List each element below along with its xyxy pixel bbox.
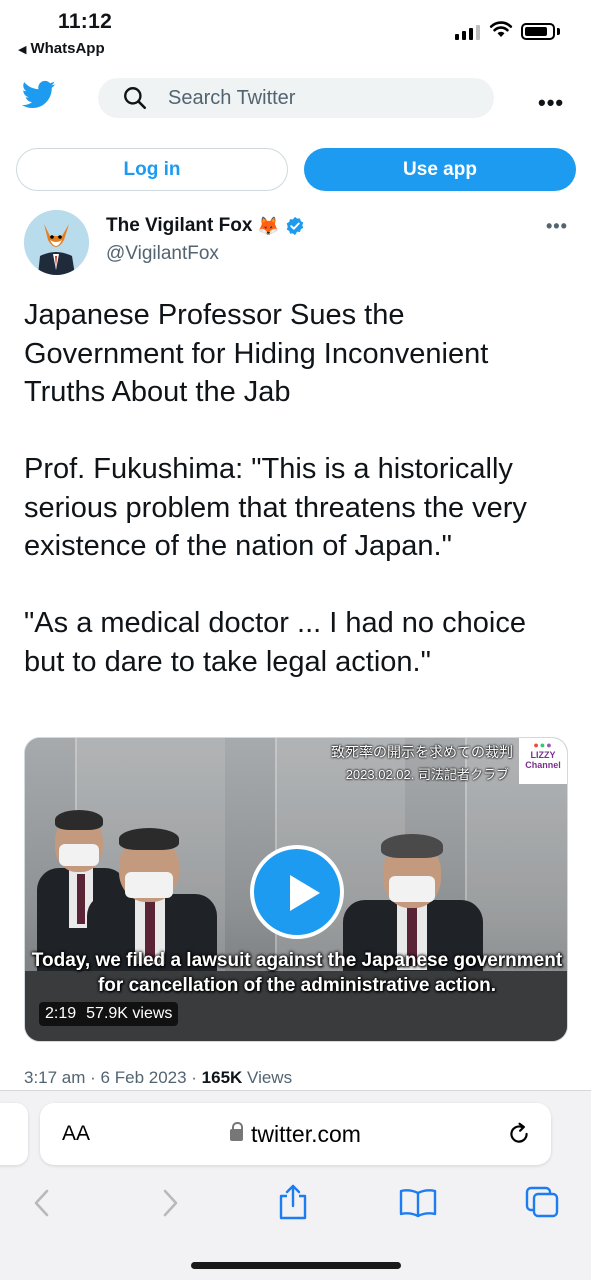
wifi-icon bbox=[489, 21, 513, 37]
url-text: twitter.com bbox=[251, 1121, 361, 1147]
previous-tab-peek[interactable] bbox=[0, 1103, 28, 1165]
tabs-icon[interactable] bbox=[524, 1185, 560, 1219]
tweet-video[interactable]: 致死率の開示を求めての裁判 2023.02.02. 司法記者クラブ ●●● LI… bbox=[24, 737, 568, 1042]
tweet-views-count: 165K bbox=[201, 1068, 243, 1087]
author-name[interactable]: The Vigilant Fox 🦊 bbox=[106, 215, 305, 237]
login-button[interactable]: Log in bbox=[16, 148, 288, 191]
back-app-label: WhatsApp bbox=[30, 40, 105, 57]
search-input[interactable] bbox=[168, 86, 468, 110]
reload-icon[interactable] bbox=[506, 1121, 532, 1147]
search-icon bbox=[124, 87, 147, 110]
author-avatar[interactable] bbox=[24, 210, 89, 275]
home-indicator[interactable] bbox=[191, 1262, 401, 1269]
verified-badge-icon bbox=[286, 216, 304, 236]
cellular-signal-icon bbox=[455, 24, 480, 40]
tweet-views-label: Views bbox=[247, 1068, 293, 1087]
forward-chevron-icon[interactable] bbox=[158, 1188, 182, 1218]
channel-logo: ●●● LIZZY Channel bbox=[519, 738, 567, 784]
fox-emoji-icon: 🦊 bbox=[257, 215, 280, 236]
bookmarks-icon[interactable] bbox=[398, 1187, 438, 1219]
twitter-top-bar: ••• bbox=[0, 70, 591, 130]
video-duration: 2:19 bbox=[45, 1005, 77, 1022]
fox-avatar-icon bbox=[24, 210, 89, 275]
battery-icon bbox=[521, 23, 555, 40]
search-bar[interactable] bbox=[98, 78, 494, 118]
tweet-paragraph: Prof. Fukushima: "This is a historically… bbox=[24, 453, 527, 562]
play-icon bbox=[290, 875, 320, 911]
channel-logo-line2: Channel bbox=[525, 760, 561, 770]
tweet-more-icon[interactable]: ••• bbox=[546, 216, 568, 237]
more-options-icon[interactable]: ••• bbox=[538, 90, 564, 116]
video-subtitle: Today, we filed a lawsuit against the Ja… bbox=[31, 950, 563, 996]
use-app-button[interactable]: Use app bbox=[304, 148, 576, 191]
video-jp-date: 2023.02.02. 司法記者クラブ bbox=[345, 767, 509, 782]
channel-logo-dots: ●●● bbox=[533, 740, 553, 750]
video-jp-title: 致死率の開示を求めての裁判 bbox=[331, 744, 513, 760]
video-views: 57.9K views bbox=[86, 1005, 173, 1022]
tweet-date: 6 Feb 2023 bbox=[100, 1068, 187, 1087]
back-chevron-icon[interactable] bbox=[30, 1188, 54, 1218]
share-icon[interactable] bbox=[276, 1183, 310, 1221]
twitter-bird-icon[interactable] bbox=[22, 80, 56, 110]
status-bar: 11:12 ◀ WhatsApp bbox=[0, 0, 591, 64]
author-handle[interactable]: @VigilantFox bbox=[106, 243, 219, 265]
address-bar[interactable]: AA twitter.com bbox=[40, 1103, 551, 1165]
tweet-timestamp[interactable]: 3:17 am · 6 Feb 2023 · 165K Views bbox=[24, 1068, 292, 1088]
author-name-text: The Vigilant Fox bbox=[106, 215, 253, 236]
play-button[interactable] bbox=[250, 845, 344, 939]
url-display[interactable]: twitter.com bbox=[40, 1121, 551, 1148]
tweet-time: 3:17 am bbox=[24, 1068, 86, 1087]
back-to-app-link[interactable]: ◀ WhatsApp bbox=[18, 40, 105, 57]
channel-logo-line1: LIZZY bbox=[530, 750, 556, 760]
battery-tip bbox=[557, 28, 560, 35]
tweet-paragraph: Japanese Professor Sues the Government f… bbox=[24, 299, 489, 408]
lock-icon bbox=[230, 1122, 244, 1141]
status-time: 11:12 bbox=[58, 10, 113, 33]
tweet-text: Japanese Professor Sues the Government f… bbox=[24, 296, 572, 681]
video-meta: 2:19 57.9K views bbox=[39, 1002, 179, 1026]
tweet-paragraph: "As a medical doctor ... I had no choice… bbox=[24, 607, 526, 678]
safari-toolbar: AA twitter.com bbox=[0, 1090, 591, 1280]
back-triangle-icon: ◀ bbox=[18, 44, 27, 56]
